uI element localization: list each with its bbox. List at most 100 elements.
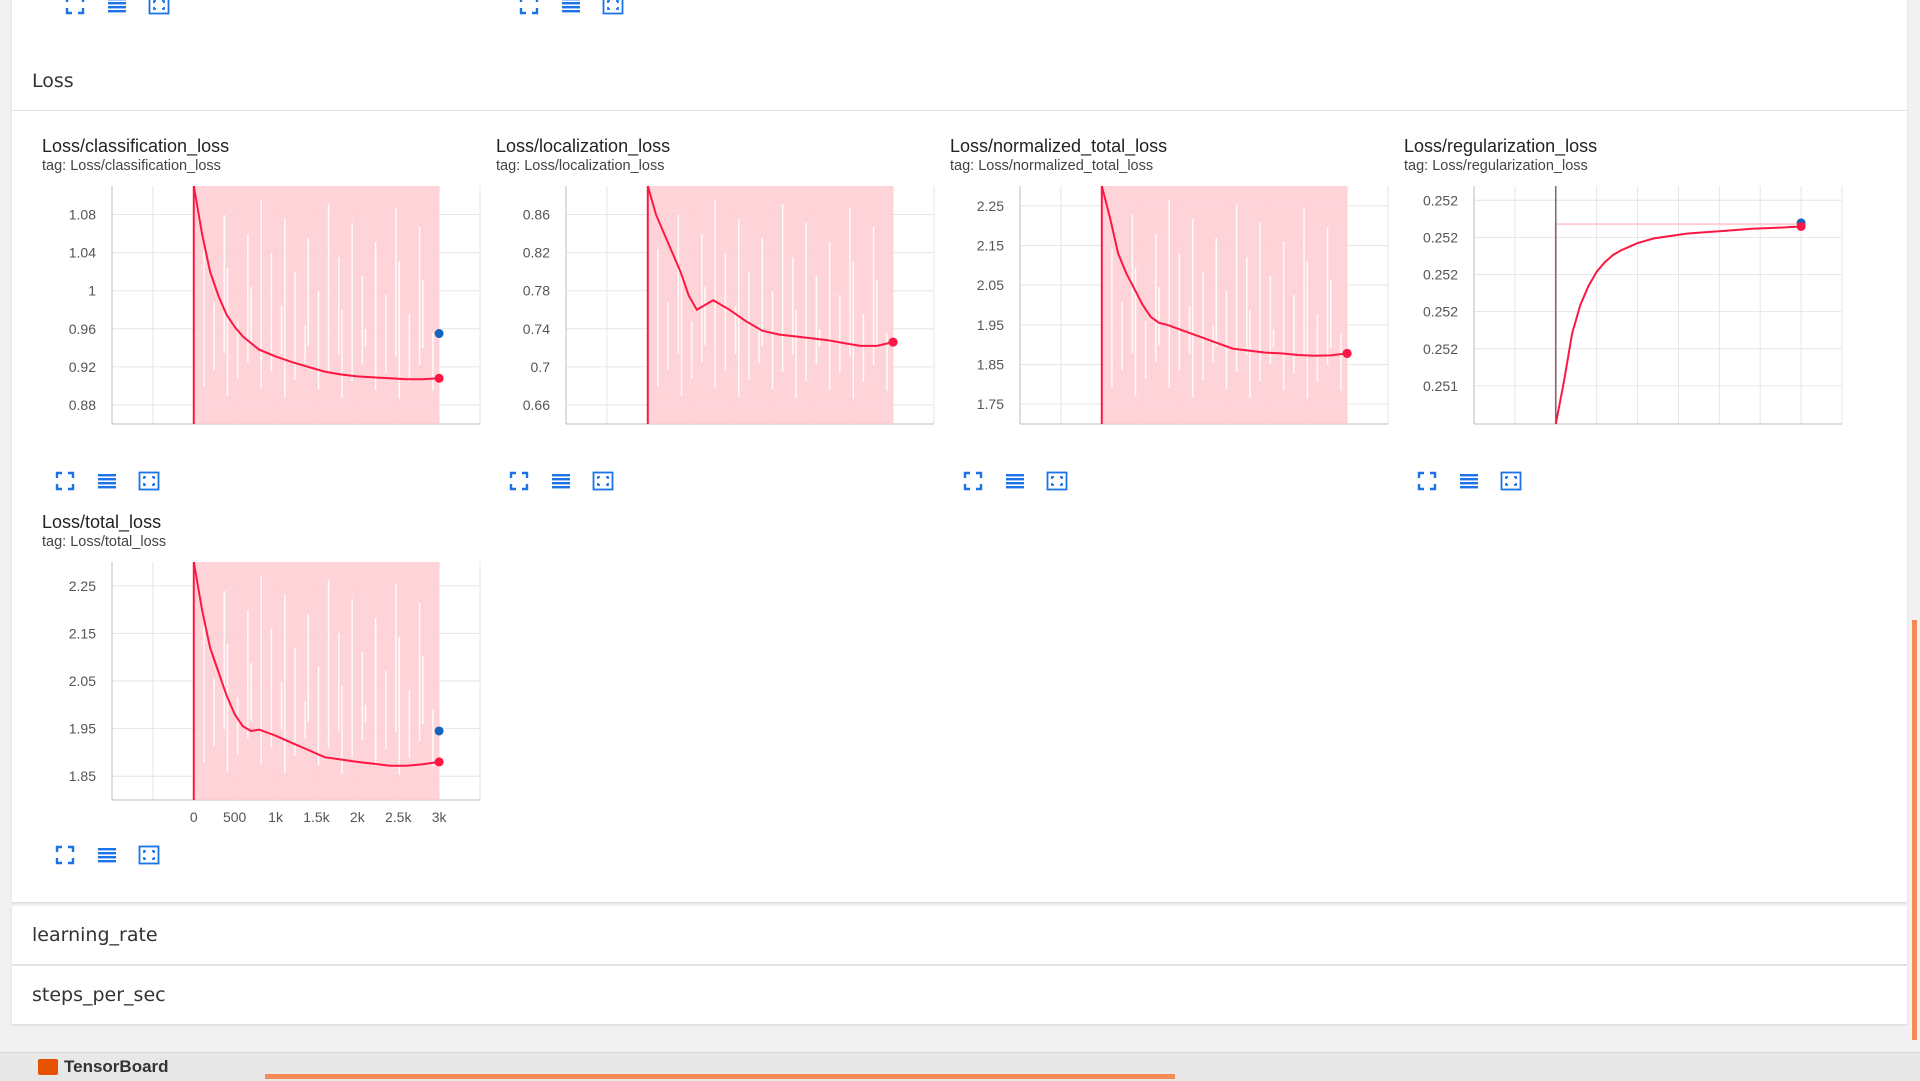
chart-toolbar [516,0,626,18]
chart-tag: tag: Loss/normalized_total_loss [950,158,1153,174]
x-tick-label: 500 [223,809,247,825]
chart-title: Loss/total_loss [42,512,161,533]
y-tick-label: 2.25 [69,578,96,594]
chart-tag: tag: Loss/localization_loss [496,158,664,174]
fullscreen-icon[interactable] [52,842,78,868]
chart-plot[interactable]: 1.851.952.052.152.2505001k1.5k2k2.5k3k [42,560,482,830]
learning-rate-section[interactable]: learning_rate [12,906,1907,964]
chart-card-normalized-total-loss: Loss/normalized_total_losstag: Loss/norm… [950,136,1400,506]
chart-card-classification-loss: Loss/classification_losstag: Loss/classi… [42,136,492,506]
x-tick-label: 2.5k [385,809,412,825]
y-tick-label: 0.252 [1423,304,1458,320]
last-value-marker-smoothed [435,757,444,766]
chart-toolbar [52,468,162,494]
raw-series-area [648,186,893,424]
chart-plot[interactable]: 0.66 0.7 0.74 0.78 0.82 0.86 [496,184,936,454]
section-header-loss[interactable]: Loss [32,70,74,92]
y-tick-label: 0.66 [523,397,550,413]
chart-plot[interactable]: 1.75 1.85 1.95 2.05 2.15 2.25 [950,184,1390,454]
chart-card-localization-loss: Loss/localization_losstag: Loss/localiza… [496,136,946,506]
toggle-log-scale-icon[interactable] [558,0,584,18]
fullscreen-icon[interactable] [1414,468,1440,494]
y-tick-label: 2.25 [977,198,1004,214]
x-tick-label: 1k [268,809,284,825]
y-tick-label: 1.85 [977,357,1004,373]
chart-tag: tag: Loss/total_loss [42,534,166,550]
loss-section: Loss Loss/classification_losstag: Loss/c… [12,48,1907,902]
x-tick-label: 0 [190,809,198,825]
fullscreen-icon[interactable] [62,0,88,18]
fit-domain-icon[interactable] [136,468,162,494]
fit-domain-icon[interactable] [136,842,162,868]
raw-series-area [1102,186,1347,424]
fullscreen-icon[interactable] [52,468,78,494]
raw-series-area [194,562,439,800]
tensorboard-logo-icon [38,1059,58,1075]
last-value-marker-smoothed [435,374,444,383]
chart-tag: tag: Loss/classification_loss [42,158,221,174]
y-tick-label: 1.85 [69,768,96,784]
y-tick-label: 1.04 [69,245,96,261]
chart-card-regularization-loss: Loss/regularization_losstag: Loss/regula… [1404,136,1854,506]
steps-per-sec-section[interactable]: steps_per_sec [12,966,1907,1024]
previous-section-tail [12,0,1907,48]
scrollbar-thumb[interactable] [1912,620,1917,1040]
fit-domain-icon[interactable] [1498,468,1524,494]
fullscreen-icon[interactable] [506,468,532,494]
toggle-log-scale-icon[interactable] [94,842,120,868]
y-tick-label: 0.252 [1423,229,1458,245]
toggle-log-scale-icon[interactable] [1002,468,1028,494]
last-value-marker-smoothed [1797,222,1806,231]
chart-card-total-loss: Loss/total_losstag: Loss/total_loss 1.85 1… [42,512,492,882]
fit-domain-icon[interactable] [1044,468,1070,494]
y-tick-label: 1.08 [69,207,96,223]
chart-plot[interactable]: 0.88 0.92 0.96 1 1.04 1.08 [42,184,482,454]
y-tick-label: 0.7 [531,359,551,375]
y-tick-label: 0.252 [1423,341,1458,357]
y-tick-label: 1 [88,283,96,299]
y-tick-label: 1.75 [977,396,1004,412]
fullscreen-icon[interactable] [516,0,542,18]
chart-title: Loss/regularization_loss [1404,136,1597,157]
fit-domain-icon[interactable] [590,468,616,494]
chart-toolbar [52,842,162,868]
section-header-learning-rate[interactable]: learning_rate [32,924,158,946]
y-tick-label: 0.252 [1423,267,1458,283]
toggle-log-scale-icon[interactable] [548,468,574,494]
y-tick-label: 1.95 [69,721,96,737]
y-tick-label: 2.05 [69,673,96,689]
fit-domain-icon[interactable] [146,0,172,18]
last-value-marker-smoothed [1343,349,1352,358]
toggle-log-scale-icon[interactable] [94,468,120,494]
last-value-marker-raw [435,726,444,735]
x-tick-label: 3k [432,809,448,825]
toggle-log-scale-icon[interactable] [1456,468,1482,494]
section-header-steps-per-sec[interactable]: steps_per_sec [32,984,166,1006]
y-tick-label: 0.96 [69,321,96,337]
toggle-log-scale-icon[interactable] [104,0,130,18]
y-tick-label: 2.05 [977,277,1004,293]
chart-title: Loss/classification_loss [42,136,229,157]
fit-domain-icon[interactable] [600,0,626,18]
y-tick-label: 1.95 [977,317,1004,333]
y-tick-label: 2.15 [977,238,1004,254]
chart-toolbar [506,468,616,494]
chart-plot[interactable]: 0.252 0.252 0.252 0.252 0.252 0.251 [1404,184,1844,454]
y-tick-label: 0.78 [523,283,550,299]
y-tick-label: 0.251 [1423,378,1458,394]
chart-toolbar [960,468,1070,494]
taskbar-app-label[interactable]: TensorBoard [64,1057,169,1077]
progress-line [265,1074,1175,1079]
y-tick-label: 0.252 [1423,192,1458,208]
chart-toolbar [1414,468,1524,494]
raw-series-area [194,186,439,424]
y-tick-label: 0.88 [69,397,96,413]
y-tick-label: 0.92 [69,359,96,375]
y-tick-label: 0.82 [523,245,550,261]
x-tick-label: 2k [350,809,366,825]
chart-title: Loss/localization_loss [496,136,670,157]
y-tick-label: 0.74 [523,321,550,337]
y-tick-label: 0.86 [523,207,550,223]
y-tick-label: 2.15 [69,625,96,641]
fullscreen-icon[interactable] [960,468,986,494]
